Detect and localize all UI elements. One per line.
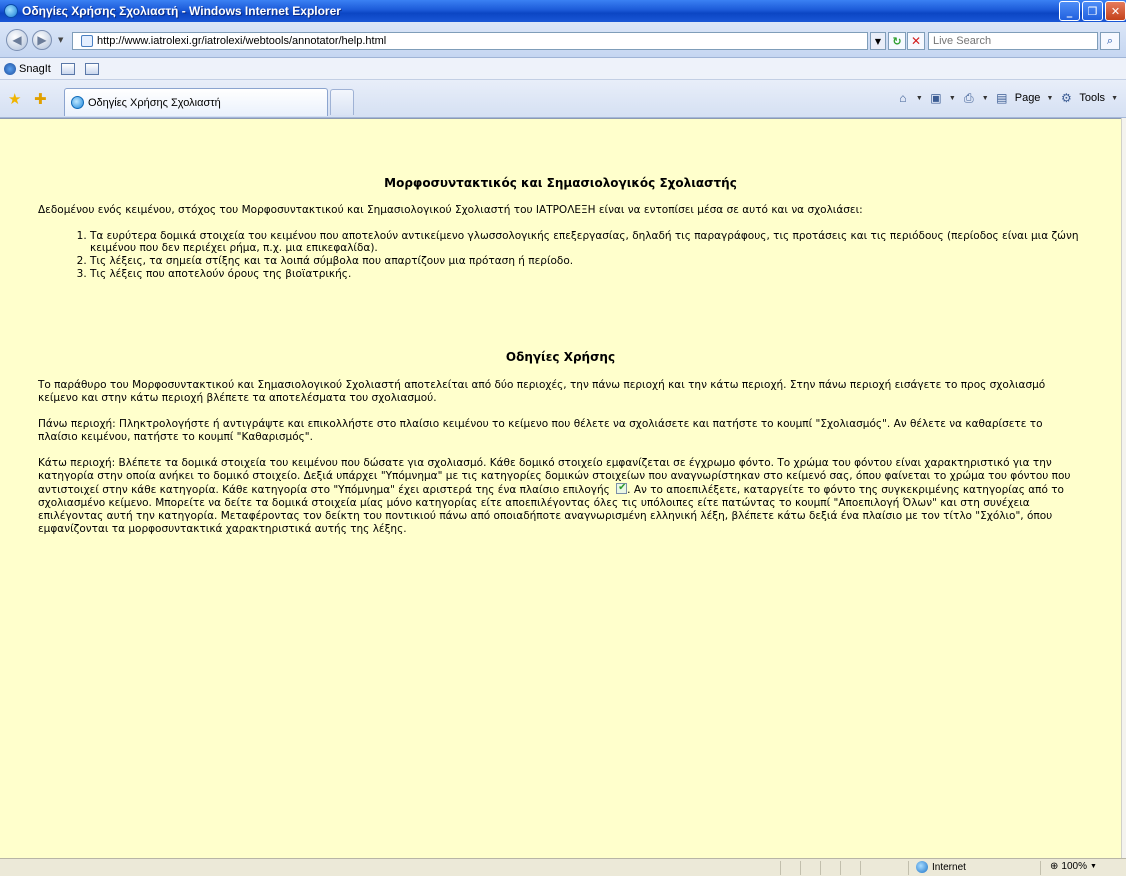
- favorites-star-icon[interactable]: ★: [8, 90, 21, 108]
- close-button[interactable]: ✕: [1105, 1, 1126, 21]
- print-icon[interactable]: ⎙: [962, 91, 976, 105]
- minimize-button[interactable]: _: [1059, 1, 1080, 21]
- feeds-icon[interactable]: ▣: [929, 91, 943, 105]
- page-menu-button[interactable]: Page: [1015, 92, 1041, 104]
- address-dropdown-button[interactable]: ▼: [870, 32, 886, 50]
- address-toolbar: ◀ ▶ ▼ http://www.iatrolexi.gr/iatrolexi/…: [0, 22, 1126, 58]
- zoom-icon: ⊕: [1050, 861, 1059, 872]
- page-icon: [81, 35, 93, 47]
- search-button[interactable]: ⌕: [1100, 32, 1120, 50]
- stop-icon: ✕: [910, 34, 922, 48]
- tab-label: Οδηγίες Χρήσης Σχολιαστή: [88, 96, 221, 109]
- instructions-heading: Οδηγίες Χρήσης: [505, 350, 616, 364]
- forward-button[interactable]: ▶: [32, 30, 52, 50]
- command-bar: ⌂ ▼ ▣ ▼ ⎙ ▼ ▤ Page ▼ ⚙ Tools ▼: [896, 91, 1118, 106]
- recent-pages-dropdown[interactable]: ▼: [58, 36, 63, 44]
- zoom-control[interactable]: ⊕ 100% ▼: [1050, 861, 1097, 872]
- page-title: Μορφοσυντακτικός και Σημασιολογικός Σχολ…: [384, 176, 737, 190]
- status-divider: [840, 861, 841, 875]
- stop-button[interactable]: ✕: [907, 32, 925, 50]
- home-icon[interactable]: ⌂: [896, 91, 910, 105]
- search-box[interactable]: [928, 32, 1098, 50]
- list-item: Τις λέξεις, τα σημεία στίξης και τα λοιπ…: [90, 255, 1083, 267]
- chevron-down-icon: ▼: [874, 36, 882, 46]
- add-favorites-icon[interactable]: ✚: [34, 90, 47, 108]
- top-area-paragraph: Πάνω περιοχή: Πληκτρολογήστε ή αντιγράψτ…: [38, 418, 1043, 443]
- zoom-dropdown-icon[interactable]: ▼: [1090, 863, 1097, 870]
- vertical-scrollbar[interactable]: [1121, 118, 1126, 858]
- new-tab-button[interactable]: [330, 89, 354, 115]
- snagit-button[interactable]: SnagIt: [4, 62, 51, 75]
- globe-icon: [916, 861, 928, 873]
- status-divider: [820, 861, 821, 875]
- refresh-icon: ↻: [892, 34, 902, 48]
- maximize-button[interactable]: ❐: [1082, 1, 1103, 21]
- overview-paragraph: Το παράθυρο του Μορφοσυντακτικού και Σημ…: [38, 379, 1046, 404]
- page-dropdown-icon[interactable]: ▼: [1046, 95, 1053, 102]
- gear-icon: ⚙: [1060, 91, 1072, 105]
- status-bar: Internet ⊕ 100% ▼: [0, 858, 1126, 876]
- tools-dropdown-icon[interactable]: ▼: [1111, 95, 1118, 102]
- status-divider: [908, 861, 909, 875]
- capture-settings-icon[interactable]: [84, 62, 99, 75]
- capture-window-icon[interactable]: [60, 62, 75, 75]
- bottom-area-paragraph: Κάτω περιοχή: Βλέπετε τα δομικά στοιχεία…: [38, 457, 1083, 536]
- feeds-dropdown-icon[interactable]: ▼: [949, 95, 956, 102]
- status-divider: [800, 861, 801, 875]
- zoom-level: 100%: [1061, 861, 1087, 872]
- search-input[interactable]: [929, 33, 1097, 49]
- page-menu-icon: ▤: [996, 91, 1008, 105]
- back-arrow-icon: ◀: [12, 33, 22, 47]
- document: Μορφοσυντακτικός και Σημασιολογικός Σχολ…: [0, 176, 1121, 536]
- ie-page-icon: [71, 96, 84, 109]
- tab-active[interactable]: Οδηγίες Χρήσης Σχολιαστή: [64, 88, 328, 116]
- tools-menu-button[interactable]: Tools: [1079, 92, 1105, 104]
- checkbox-icon: [616, 481, 628, 494]
- intro-paragraph: Δεδομένου ενός κειμένου, στόχος του Μορφ…: [38, 204, 863, 216]
- links-toolbar: SnagIt: [0, 58, 1126, 80]
- home-dropdown-icon[interactable]: ▼: [916, 95, 923, 102]
- snagit-icon: [4, 62, 16, 75]
- page-content: Μορφοσυντακτικός και Σημασιολογικός Σχολ…: [0, 118, 1121, 858]
- print-dropdown-icon[interactable]: ▼: [982, 95, 989, 102]
- refresh-button[interactable]: ↻: [888, 32, 906, 50]
- zone-label: Internet: [932, 861, 966, 873]
- back-button[interactable]: ◀: [6, 29, 28, 51]
- address-url[interactable]: http://www.iatrolexi.gr/iatrolexi/webtoo…: [97, 35, 386, 47]
- status-divider: [860, 861, 861, 875]
- goals-list: Τα ευρύτερα δομικά στοιχεία του κειμένου…: [90, 230, 1083, 280]
- snagit-label: SnagIt: [19, 62, 51, 75]
- address-bar[interactable]: http://www.iatrolexi.gr/iatrolexi/webtoo…: [72, 32, 868, 50]
- tab-bar: ★ ✚ Οδηγίες Χρήσης Σχολιαστή ⌂ ▼ ▣ ▼ ⎙ ▼…: [0, 80, 1126, 118]
- window-title: Οδηγίες Χρήσης Σχολιαστή - Windows Inter…: [22, 4, 341, 18]
- status-divider: [780, 861, 781, 875]
- forward-arrow-icon: ▶: [37, 33, 47, 47]
- window-controls: _ ❐ ✕: [1059, 1, 1126, 21]
- list-item: Τα ευρύτερα δομικά στοιχεία του κειμένου…: [90, 230, 1083, 254]
- window-titlebar[interactable]: Οδηγίες Χρήσης Σχολιαστή - Windows Inter…: [0, 0, 1126, 22]
- security-zone[interactable]: Internet: [916, 861, 966, 873]
- ie-icon: [4, 4, 18, 18]
- status-divider: [1040, 861, 1041, 875]
- search-icon: ⌕: [1106, 34, 1114, 47]
- list-item: Τις λέξεις που αποτελούν όρους της βιοϊα…: [90, 268, 1083, 280]
